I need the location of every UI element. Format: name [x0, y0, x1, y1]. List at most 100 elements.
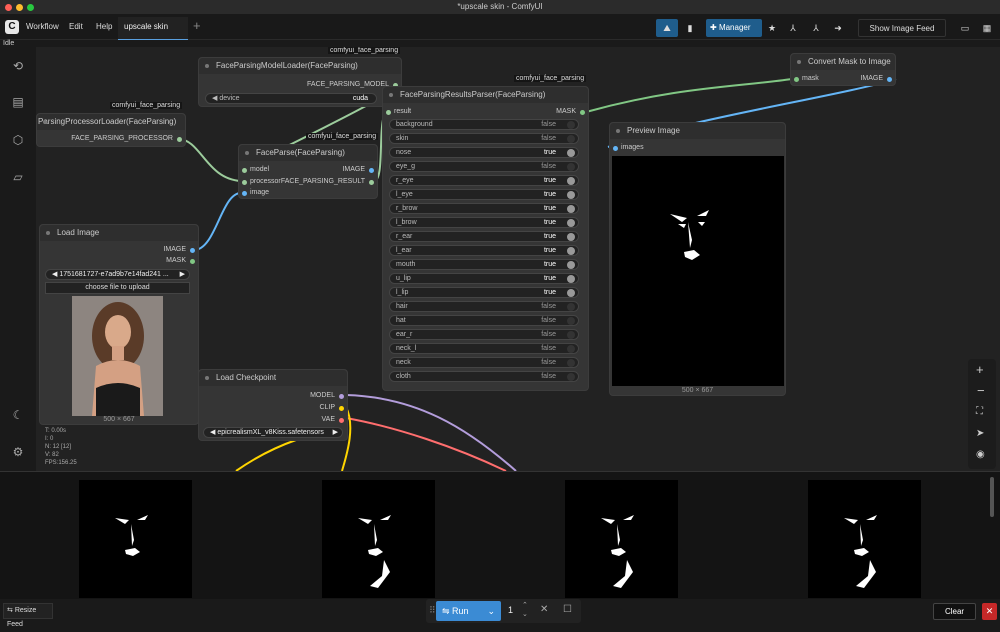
param-hair[interactable]: hair false — [389, 301, 579, 312]
param-r-eye[interactable]: r_eye true — [389, 175, 579, 186]
node-parsing-processor-loader[interactable]: ParsingProcessorLoader(FaceParsing) FACE… — [36, 113, 186, 147]
show-image-feed-button[interactable]: Show Image Feed — [858, 19, 946, 37]
feed-image-1[interactable] — [79, 480, 192, 598]
checkpoint-selector[interactable]: ◀ epicrealismXL_v8Kiss.safetensors ▶ — [203, 427, 343, 438]
toggle-icon[interactable] — [567, 219, 575, 227]
param-hat[interactable]: hat false — [389, 315, 579, 326]
grid-icon[interactable]: ▦ — [979, 19, 995, 37]
toggle-icon[interactable] — [567, 177, 575, 185]
maximize-window-icon[interactable] — [27, 4, 34, 11]
toggle-icon[interactable] — [567, 359, 575, 367]
feed-scrollbar[interactable] — [990, 477, 994, 517]
param-mouth[interactable]: mouth true — [389, 259, 579, 270]
node-load-checkpoint[interactable]: Load Checkpoint MODEL CLIP VAE ◀ epicrea… — [198, 369, 348, 441]
toggle-icon[interactable] — [567, 331, 575, 339]
input-slot[interactable] — [386, 110, 391, 115]
stop-icon[interactable]: ☐ — [563, 604, 572, 615]
input-slot[interactable] — [794, 77, 799, 82]
toggle-icon[interactable] — [567, 275, 575, 283]
output-slot[interactable] — [369, 180, 374, 185]
feed-image-2[interactable] — [322, 480, 435, 598]
param-l-lip[interactable]: l_lip true — [389, 287, 579, 298]
node-face-parsing-model-loader[interactable]: FaceParsingModelLoader(FaceParsing) FACE… — [198, 57, 402, 107]
param-u-lip[interactable]: u_lip true — [389, 273, 579, 284]
cancel-icon[interactable]: ✕ — [540, 604, 548, 615]
node-convert-mask-to-image[interactable]: Convert Mask to Image mask IMAGE — [790, 53, 896, 86]
param-skin[interactable]: skin false — [389, 133, 579, 144]
param-l-brow[interactable]: l_brow true — [389, 217, 579, 228]
manager-button[interactable]: ✚ Manager — [706, 19, 762, 37]
cube-icon[interactable]: ⬡ — [9, 133, 27, 151]
toggle-icon[interactable] — [567, 233, 575, 241]
settings-icon[interactable]: ⚙ — [9, 445, 27, 463]
output-slot[interactable] — [177, 137, 182, 142]
param-l-eye[interactable]: l_eye true — [389, 189, 579, 200]
param-r-brow[interactable]: r_brow true — [389, 203, 579, 214]
node-face-parsing-results-parser[interactable]: FaceParsingResultsParser(FaceParsing) re… — [382, 86, 589, 391]
fit-view-icon[interactable]: ⛶ — [976, 406, 983, 417]
input-slot[interactable] — [242, 180, 247, 185]
toggle-icon[interactable] — [567, 289, 575, 297]
device-widget[interactable]: ◀ device cuda — [205, 93, 377, 104]
param-ear-r[interactable]: ear_r false — [389, 329, 579, 340]
chevron-down-icon[interactable]: ⌄ — [487, 601, 495, 621]
output-slot[interactable] — [339, 406, 344, 411]
document-icon[interactable]: ▤ — [9, 95, 27, 113]
clear-button[interactable]: Clear — [933, 603, 976, 620]
toggle-icon[interactable] — [567, 149, 575, 157]
output-slot[interactable] — [580, 110, 585, 115]
toggle-icon[interactable] — [567, 121, 575, 129]
drag-handle-icon[interactable]: ⠿ — [429, 605, 436, 616]
resize-feed-button[interactable]: ⇆ Resize Feed — [3, 603, 53, 628]
param-nose[interactable]: nose true — [389, 147, 579, 158]
param-l-ear[interactable]: l_ear true — [389, 245, 579, 256]
workflow-tab[interactable]: upscale skin — [118, 17, 188, 40]
param-r-ear[interactable]: r_ear true — [389, 231, 579, 242]
eye-icon[interactable]: ◉ — [976, 449, 985, 460]
bookmark-icon[interactable]: ▮ — [681, 19, 699, 37]
batch-count-input[interactable]: 1 — [508, 605, 513, 615]
image-file-selector[interactable]: ◀ 1751681727-e7ad9b7e14fad241 ... ▶ — [45, 269, 190, 280]
graph-canvas[interactable]: comfyui_face_parsing comfyui_face_parsin… — [36, 47, 1000, 471]
moon-icon[interactable]: ☾ — [9, 408, 27, 426]
toggle-icon[interactable] — [567, 345, 575, 353]
cursor-icon[interactable]: ➤ — [976, 428, 984, 439]
menu-help[interactable]: Help — [96, 14, 112, 40]
star-icon[interactable]: ★ — [764, 19, 780, 37]
close-feed-icon[interactable]: ✕ — [982, 603, 997, 620]
toggle-icon[interactable] — [567, 163, 575, 171]
menu-edit[interactable]: Edit — [69, 14, 83, 40]
input-slot[interactable] — [242, 168, 247, 173]
node-load-image[interactable]: Load Image IMAGE MASK ◀ 1751681727-e7ad9… — [39, 224, 199, 425]
toggle-icon[interactable] — [567, 317, 575, 325]
history-icon[interactable]: ⟲ — [9, 59, 27, 77]
arrow-right-icon[interactable]: ▶ — [333, 428, 338, 437]
toggle-icon[interactable] — [567, 261, 575, 269]
queue-icon[interactable]: ⛰ — [656, 19, 678, 37]
input-slot[interactable] — [242, 191, 247, 196]
arrow-right-icon[interactable]: ▶ — [180, 270, 185, 279]
run-button[interactable]: ⇋ Run ⌄ — [436, 601, 501, 621]
zoom-in-icon[interactable]: + — [976, 362, 984, 377]
toggle-icon[interactable] — [567, 247, 575, 255]
folder-icon[interactable]: ▱ — [9, 170, 27, 188]
toggle-icon[interactable] — [567, 191, 575, 199]
toggle-icon[interactable] — [567, 135, 575, 143]
upload-button[interactable]: choose file to upload — [45, 282, 190, 294]
batch-stepper-icon[interactable]: ⌃ ⌄ — [522, 601, 528, 619]
param-neck-l[interactable]: neck_l false — [389, 343, 579, 354]
model-alt-icon[interactable]: ⅄ — [808, 19, 824, 37]
output-slot[interactable] — [190, 248, 195, 253]
param-eye-g[interactable]: eye_g false — [389, 161, 579, 172]
input-slot[interactable] — [613, 146, 618, 151]
model-icon[interactable]: ⅄ — [785, 19, 801, 37]
close-window-icon[interactable] — [5, 4, 12, 11]
node-preview-image[interactable]: Preview Image images 500 × 667 — [609, 122, 786, 396]
feed-image-3[interactable] — [565, 480, 678, 598]
comfyui-logo[interactable]: C — [5, 20, 19, 34]
param-neck[interactable]: neck false — [389, 357, 579, 368]
toggle-icon[interactable] — [567, 205, 575, 213]
output-slot[interactable] — [339, 418, 344, 423]
minimize-window-icon[interactable] — [16, 4, 23, 11]
panel-icon[interactable]: ▭ — [957, 19, 973, 37]
